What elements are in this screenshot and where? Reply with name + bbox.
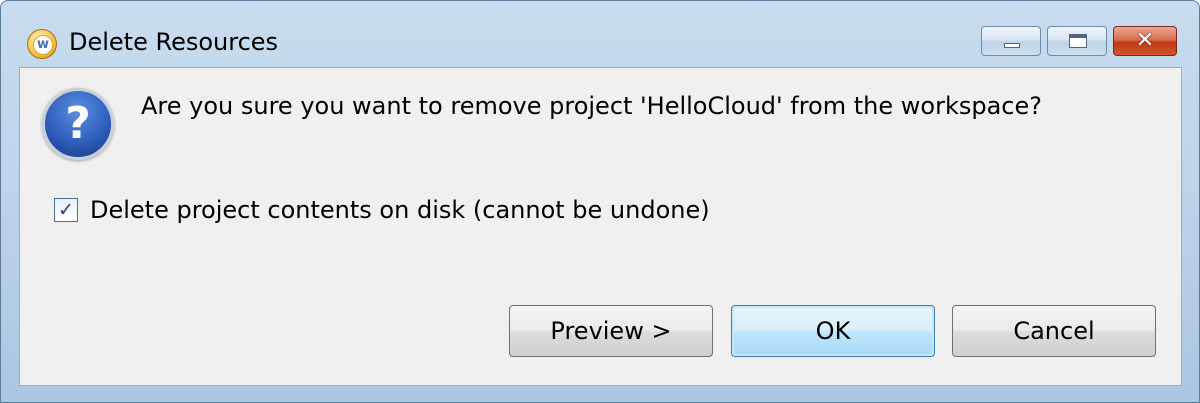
minimize-button[interactable] xyxy=(981,26,1041,56)
maximize-icon xyxy=(1069,34,1087,48)
delete-contents-label[interactable]: Delete project contents on disk (cannot … xyxy=(90,192,710,228)
dialog-body: ? Are you sure you want to remove projec… xyxy=(19,67,1182,386)
close-button[interactable]: ✕ xyxy=(1113,26,1177,56)
delete-contents-checkbox[interactable]: ✓ xyxy=(54,198,78,222)
title-bar[interactable]: w Delete Resources ✕ xyxy=(1,1,1199,67)
window-title: Delete Resources xyxy=(69,28,279,56)
confirmation-message: Are you sure you want to remove project … xyxy=(141,92,1042,120)
close-icon: ✕ xyxy=(1135,28,1155,53)
checkmark-icon: ✓ xyxy=(58,199,74,221)
delete-contents-option[interactable]: ✓ Delete project contents on disk (canno… xyxy=(54,192,754,228)
cancel-button[interactable]: Cancel xyxy=(952,305,1156,357)
app-logo-letter: w xyxy=(33,35,53,55)
minimize-icon xyxy=(1004,43,1020,48)
question-icon: ? xyxy=(42,88,114,160)
dialog-window: w Delete Resources ✕ ? Are you sure you … xyxy=(0,0,1200,403)
preview-button[interactable]: Preview > xyxy=(509,305,713,357)
ok-button[interactable]: OK xyxy=(731,305,935,357)
app-logo-icon: w xyxy=(27,29,57,59)
maximize-button[interactable] xyxy=(1047,26,1107,56)
